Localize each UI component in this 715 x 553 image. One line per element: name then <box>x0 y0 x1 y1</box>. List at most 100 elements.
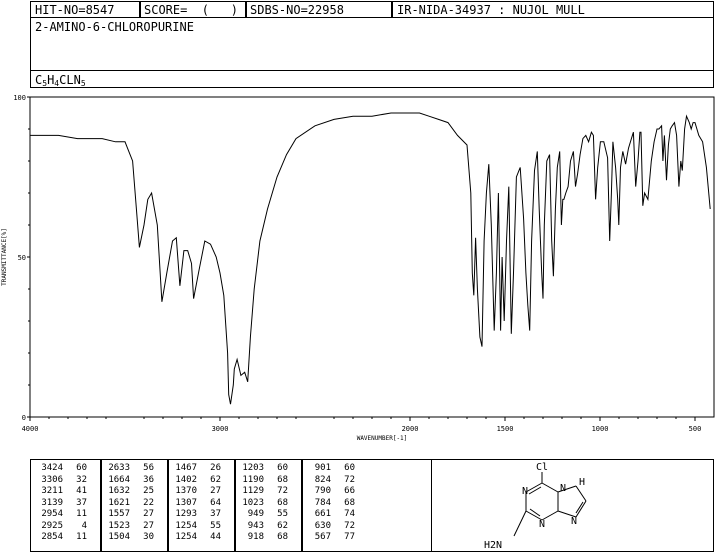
peak-transmittance: 60 <box>277 463 288 473</box>
atom-n: N <box>522 486 528 497</box>
peak-wavenumber: 1023 <box>242 497 264 508</box>
x-axis-label: WAVENUMBER[-1] <box>357 435 408 442</box>
peak-wavenumber: 1523 <box>108 520 130 531</box>
peak-wavenumber: 1254 <box>175 532 197 542</box>
peak-transmittance: 37 <box>76 497 87 508</box>
peak-wavenumber: 2925 <box>41 520 63 531</box>
peak-transmittance: 27 <box>210 486 221 496</box>
atom-n: N <box>539 519 545 530</box>
x-tick-label: 1000 <box>592 425 609 433</box>
peak-wavenumber: 567 <box>314 532 331 542</box>
peak-wavenumber: 1370 <box>175 486 197 496</box>
peak-wavenumber: 1203 <box>242 463 264 473</box>
peak-wavenumber: 901 <box>314 463 331 473</box>
peak-transmittance: 56 <box>143 463 154 473</box>
chart-layer: 0 50 100 4000 3000 2000 1500 1000 500 WAVENUMBER[… <box>1 94 715 442</box>
peak-transmittance: 68 <box>344 497 355 508</box>
peak-table: 3424 60 3306 32 3211 41 3139 37 2954 11 2925 4 2854 1… <box>30 459 432 552</box>
peak-transmittance: 22 <box>143 497 154 508</box>
peak-transmittance: 25 <box>143 486 154 496</box>
peak-wavenumber: 1190 <box>242 474 264 485</box>
spectrum-line <box>30 112 711 405</box>
peak-transmittance: 68 <box>277 497 288 508</box>
peak-wavenumber: 918 <box>247 532 264 542</box>
y-axis-label: TRANSMITTANCE[%] <box>1 228 8 286</box>
peak-transmittance: 27 <box>143 520 154 531</box>
bond <box>541 482 559 493</box>
peak-transmittance: 37 <box>210 509 221 519</box>
plot-frame <box>29 96 715 418</box>
peak-transmittance: 77 <box>344 532 355 542</box>
x-tick-label: 3000 <box>212 425 229 433</box>
atom-cl: Cl <box>536 462 548 473</box>
x-tick-label: 4000 <box>22 425 39 433</box>
peak-wavenumber: 3306 <box>41 474 63 485</box>
peak-wavenumber: 1254 <box>175 520 197 531</box>
peak-wavenumber: 1467 <box>175 463 197 473</box>
atom-n: N <box>560 483 566 494</box>
peak-wavenumber: 1632 <box>108 486 130 496</box>
bond <box>575 485 587 502</box>
x-tick-label: 500 <box>689 425 702 433</box>
peak-wavenumber: 661 <box>314 509 331 519</box>
peak-transmittance: 4 <box>81 520 87 531</box>
peak-wavenumber: 3211 <box>41 486 63 496</box>
peak-transmittance: 72 <box>277 486 288 496</box>
peak-transmittance: 36 <box>143 474 154 485</box>
peak-transmittance: 66 <box>344 486 355 496</box>
peak-wavenumber: 3139 <box>41 497 63 508</box>
peak-transmittance: 72 <box>344 474 355 485</box>
peak-transmittance: 64 <box>210 497 221 508</box>
structure-box: Cl N N N H N H2N <box>431 459 714 552</box>
peak-wavenumber: 1402 <box>175 474 197 485</box>
molecule-structure: Cl N N N H N H2N <box>484 462 587 551</box>
peak-wavenumber: 2633 <box>108 463 130 473</box>
peak-wavenumber: 1664 <box>108 474 130 485</box>
peak-wavenumber: 1307 <box>175 497 197 508</box>
peak-wavenumber: 949 <box>247 509 264 519</box>
peak-wavenumber: 630 <box>314 520 331 531</box>
peak-wavenumber: 943 <box>247 520 264 531</box>
peak-wavenumber: 790 <box>314 486 331 496</box>
peak-wavenumber: 824 <box>314 474 331 485</box>
peak-transmittance: 60 <box>76 463 87 473</box>
double-bond <box>529 508 541 517</box>
peak-transmittance: 27 <box>143 509 154 519</box>
peak-transmittance: 72 <box>344 520 355 531</box>
y-tick-label: 50 <box>18 254 26 262</box>
bond <box>575 500 587 518</box>
peak-transmittance: 62 <box>277 520 288 531</box>
peak-wavenumber: 1621 <box>108 497 130 508</box>
peak-transmittance: 55 <box>210 520 221 531</box>
peak-wavenumber: 1129 <box>242 486 264 496</box>
bond <box>513 510 527 537</box>
peak-wavenumber: 1293 <box>175 509 197 519</box>
peak-transmittance: 11 <box>76 509 87 519</box>
peak-transmittance: 30 <box>143 532 154 542</box>
peak-wavenumber: 3424 <box>41 463 63 473</box>
peak-transmittance: 74 <box>344 509 355 519</box>
atom-h: H <box>579 477 585 488</box>
peak-wavenumber: 2954 <box>41 509 63 519</box>
x-tick-label: 2000 <box>402 425 419 433</box>
peak-transmittance: 44 <box>210 532 221 542</box>
peak-transmittance: 62 <box>210 474 221 485</box>
double-bond <box>528 486 542 495</box>
peak-wavenumber: 784 <box>314 497 331 508</box>
ir-spectrum-chart: 0 50 100 4000 3000 2000 1500 1000 500 WAVENUMBER[… <box>1 94 715 442</box>
peak-transmittance: 41 <box>76 486 87 496</box>
peak-transmittance: 68 <box>277 474 288 485</box>
y-tick-label: 100 <box>13 94 26 102</box>
peak-wavenumber: 1557 <box>108 509 130 519</box>
peak-transmittance: 68 <box>277 532 288 542</box>
y-tick-label: 0 <box>22 414 26 422</box>
peak-wavenumber: 2854 <box>41 532 63 542</box>
atom-nh2: H2N <box>484 540 502 551</box>
peak-transmittance: 26 <box>210 463 221 473</box>
peak-transmittance: 32 <box>76 474 87 485</box>
atom-n: N <box>571 516 577 527</box>
peak-transmittance: 55 <box>277 509 288 519</box>
peak-wavenumber: 1504 <box>108 532 130 542</box>
peak-transmittance: 60 <box>344 463 355 473</box>
x-tick-label: 1500 <box>497 425 514 433</box>
